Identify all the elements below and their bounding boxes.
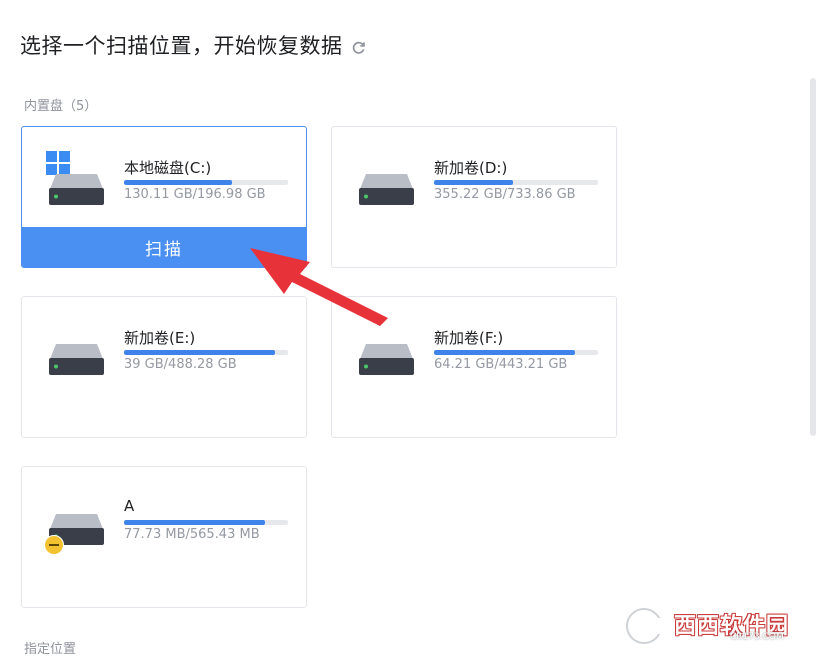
drive-size: 130.11 GB/196.98 GB: [124, 187, 266, 202]
section-specified-location: 指定位置: [24, 642, 77, 657]
usage-fill: [124, 520, 266, 525]
drive-card-c[interactable]: 本地磁盘(C:) 130.11 GB/196.98 GB 扫描: [21, 126, 307, 268]
watermark-mark-icon: [624, 606, 672, 646]
scrollbar[interactable]: [810, 78, 816, 436]
usage-fill: [124, 350, 275, 355]
drive-name: 新加卷(F:): [434, 329, 504, 347]
drive-size: 77.73 MB/565.43 MB: [124, 527, 260, 542]
warning-icon: [44, 535, 64, 555]
hard-drive-icon: [359, 171, 414, 205]
hard-drive-icon: [49, 341, 104, 375]
scan-button[interactable]: 扫描: [22, 227, 306, 267]
usage-bar: [124, 350, 288, 355]
drive-size: 39 GB/488.28 GB: [124, 357, 237, 372]
usage-fill: [124, 180, 233, 185]
drive-card-a[interactable]: A 77.73 MB/565.43 MB: [21, 466, 307, 608]
page-title-text: 选择一个扫描位置，开始恢复数据: [20, 34, 343, 58]
refresh-icon[interactable]: [351, 40, 366, 55]
hard-drive-icon: [359, 341, 414, 375]
drive-size: 355.22 GB/733.86 GB: [434, 187, 576, 202]
drive-card-d[interactable]: 新加卷(D:) 355.22 GB/733.86 GB: [331, 126, 617, 268]
watermark-logo: 西西软件园 CR173.COM: [622, 604, 802, 648]
watermark-sub: CR173.COM: [730, 632, 784, 642]
drive-name: A: [124, 497, 135, 515]
usage-bar: [124, 180, 288, 185]
usage-bar: [124, 520, 288, 525]
usage-bar: [434, 180, 598, 185]
page-title: 选择一个扫描位置，开始恢复数据: [20, 30, 366, 60]
drive-size: 64.21 GB/443.21 GB: [434, 357, 568, 372]
usage-fill: [434, 350, 576, 355]
drive-name: 新加卷(E:): [124, 329, 196, 347]
usage-fill: [434, 180, 513, 185]
drive-card-e[interactable]: 新加卷(E:) 39 GB/488.28 GB: [21, 296, 307, 438]
hard-drive-icon: [49, 171, 104, 205]
section-internal-drives: 内置盘（5）: [24, 99, 98, 114]
drive-name: 本地磁盘(C:): [124, 159, 212, 177]
usage-bar: [434, 350, 598, 355]
drive-card-f[interactable]: 新加卷(F:) 64.21 GB/443.21 GB: [331, 296, 617, 438]
drive-name: 新加卷(D:): [434, 159, 508, 177]
